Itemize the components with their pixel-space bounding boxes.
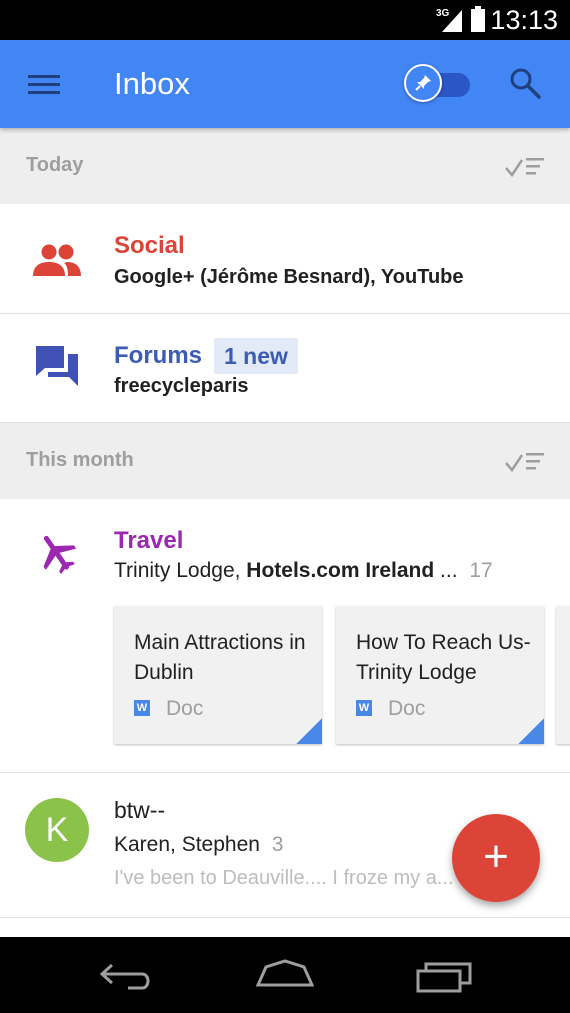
forum-icon bbox=[36, 346, 78, 386]
attachment-title: How To Reach Us-Trinity Lodge bbox=[356, 631, 531, 684]
bundle-title: Travel bbox=[114, 527, 184, 554]
avatar[interactable]: K bbox=[25, 798, 89, 862]
pin-icon bbox=[415, 75, 431, 91]
bundle-senders: freecycleparis bbox=[114, 375, 249, 397]
battery-icon bbox=[471, 6, 485, 32]
attachment-type: Doc bbox=[388, 697, 426, 720]
bundle-title: Forums bbox=[114, 342, 203, 369]
conversation-subject: btw-- bbox=[114, 797, 166, 823]
bundle-senders: Google+ (Jérôme Besnard), YouTube bbox=[114, 266, 464, 288]
attachment-card[interactable]: Main Attractions in Dublin W Doc bbox=[114, 606, 322, 744]
cellular-signal-icon: 3G bbox=[436, 8, 462, 32]
attachment-type: Doc bbox=[166, 697, 204, 720]
status-time: 13:13 bbox=[490, 5, 558, 35]
bundle-social[interactable]: Social Google+ (Jérôme Besnard), YouTube bbox=[0, 204, 570, 314]
card-corner-fold bbox=[518, 718, 544, 744]
bundle-forums[interactable]: Forums 1 new freecycleparis bbox=[0, 314, 570, 423]
attachment-card-partial[interactable] bbox=[556, 606, 570, 744]
section-header-this-month: This month bbox=[0, 423, 570, 499]
app-bar: Inbox bbox=[0, 40, 570, 128]
section-header-today: Today bbox=[0, 128, 570, 204]
hamburger-menu-icon[interactable] bbox=[28, 70, 62, 100]
message-count: 3 bbox=[271, 833, 284, 856]
section-label: This month bbox=[26, 449, 134, 471]
new-count-badge: 1 new bbox=[214, 338, 298, 374]
conversation-snippet: I've been to Deauville.... I froze my a.… bbox=[114, 867, 465, 889]
participants: Karen, Stephen bbox=[114, 833, 260, 856]
attachment-title: Main Attractions in Dublin bbox=[134, 631, 306, 684]
system-nav-bar bbox=[0, 937, 570, 1013]
compose-fab-button[interactable]: + bbox=[452, 814, 540, 902]
bundle-title: Social bbox=[114, 232, 185, 259]
word-doc-icon: W bbox=[134, 700, 150, 716]
search-icon[interactable] bbox=[508, 66, 542, 100]
toggle-thumb bbox=[404, 64, 442, 102]
back-icon[interactable] bbox=[98, 959, 154, 991]
word-doc-icon: W bbox=[356, 700, 372, 716]
card-corner-fold bbox=[296, 718, 322, 744]
sender-plain: Trinity Lodge, bbox=[114, 559, 247, 582]
mark-done-icon[interactable] bbox=[504, 449, 548, 475]
ellipsis: ... bbox=[434, 559, 458, 582]
status-bar: 3G 13:13 bbox=[0, 0, 570, 40]
conversation-participants-line: Karen, Stephen 3 bbox=[114, 831, 283, 859]
people-icon bbox=[33, 244, 81, 276]
mark-done-icon[interactable] bbox=[504, 154, 548, 180]
section-label: Today bbox=[26, 154, 84, 176]
page-title: Inbox bbox=[114, 66, 190, 101]
message-count: 17 bbox=[469, 559, 493, 582]
recents-icon[interactable] bbox=[416, 961, 472, 993]
pin-toggle[interactable] bbox=[404, 64, 470, 104]
airplane-icon bbox=[43, 535, 77, 574]
svg-text:3G: 3G bbox=[436, 8, 450, 19]
bundle-senders: Trinity Lodge, Hotels.com Ireland ... 17 bbox=[114, 557, 493, 585]
home-icon[interactable] bbox=[256, 959, 314, 991]
attachment-card[interactable]: How To Reach Us-Trinity Lodge W Doc bbox=[336, 606, 544, 744]
sender-bold: Hotels.com Ireland bbox=[246, 559, 435, 582]
